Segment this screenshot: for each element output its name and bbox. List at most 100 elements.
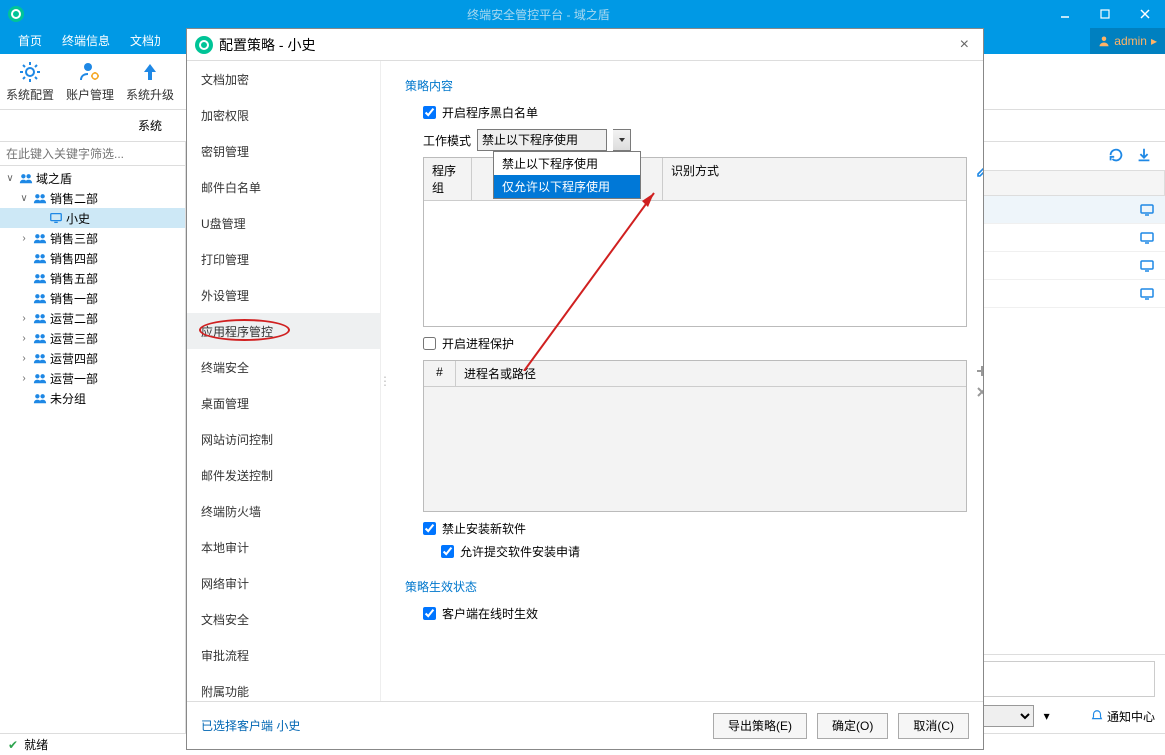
- tree-node[interactable]: 销售四部: [0, 248, 185, 268]
- checkbox[interactable]: [423, 522, 436, 535]
- dialog-side-nav: 文档加密 加密权限 密钥管理 邮件白名单 U盘管理 打印管理 外设管理 应用程序…: [187, 61, 381, 701]
- process-list-grid[interactable]: # 进程名或路径: [423, 360, 967, 512]
- tree-node[interactable]: ›销售三部: [0, 228, 185, 248]
- nav-item[interactable]: 密钥管理: [187, 133, 380, 169]
- tree-filter-input[interactable]: [0, 142, 185, 166]
- nav-item[interactable]: U盘管理: [187, 205, 380, 241]
- toolbar-label: 系统配置: [6, 86, 54, 103]
- client-online-checkbox[interactable]: 客户端在线时生效: [423, 605, 967, 622]
- app-logo-icon: [8, 6, 24, 22]
- dialog-close-button[interactable]: ×: [954, 36, 975, 54]
- tab-doc-encrypt[interactable]: 文档加密: [120, 28, 160, 54]
- tree-node[interactable]: 未分组: [0, 388, 185, 408]
- monitor-icon: [1139, 230, 1155, 246]
- nav-item[interactable]: 文档加密: [187, 61, 380, 97]
- monitor-icon: [48, 210, 64, 226]
- work-mode-dropdown: 禁止以下程序使用 仅允许以下程序使用: [493, 151, 641, 199]
- nav-item[interactable]: 网络审计: [187, 565, 380, 601]
- nav-item[interactable]: 终端安全: [187, 349, 380, 385]
- drag-handle-icon[interactable]: ⋮: [381, 61, 389, 701]
- sub-toolbar-label: 系统: [120, 117, 180, 134]
- checkbox[interactable]: [423, 337, 436, 350]
- nav-item[interactable]: 文档安全: [187, 601, 380, 637]
- section-policy-effect: 策略生效状态: [405, 578, 967, 595]
- col-index: #: [424, 361, 456, 386]
- enable-blackwhite-checkbox[interactable]: 开启程序黑白名单: [423, 104, 967, 121]
- tree-node[interactable]: 销售一部: [0, 288, 185, 308]
- cancel-button[interactable]: 取消(C): [898, 713, 969, 739]
- work-mode-select[interactable]: 禁止以下程序使用: [477, 129, 607, 151]
- add-row-button[interactable]: [974, 363, 983, 382]
- work-mode-label: 工作模式: [423, 132, 471, 149]
- forbid-install-checkbox[interactable]: 禁止安装新软件: [423, 520, 967, 537]
- checkbox[interactable]: [441, 545, 454, 558]
- nav-item[interactable]: 本地审计: [187, 529, 380, 565]
- checkbox[interactable]: [423, 106, 436, 119]
- refresh-button[interactable]: [1107, 146, 1125, 167]
- user-menu[interactable]: admin ▸: [1090, 28, 1165, 54]
- nav-item[interactable]: 加密权限: [187, 97, 380, 133]
- group-icon: [32, 190, 48, 206]
- dropdown-option[interactable]: 仅允许以下程序使用: [494, 175, 640, 198]
- tree-node[interactable]: ›运营三部: [0, 328, 185, 348]
- tree-node[interactable]: ›运营一部: [0, 368, 185, 388]
- tab-terminal-info[interactable]: 终端信息: [52, 28, 120, 54]
- allow-submit-checkbox[interactable]: 允许提交软件安装申请: [441, 543, 967, 560]
- chevron-down-icon: ▾: [1044, 709, 1060, 723]
- dropdown-option[interactable]: 禁止以下程序使用: [494, 152, 640, 175]
- check-icon: ✔: [8, 738, 18, 752]
- group-icon: [32, 310, 48, 326]
- dialog-content: 策略内容 开启程序黑白名单 工作模式 禁止以下程序使用 禁止以下程序使用 仅允许…: [389, 61, 983, 701]
- enable-process-protect-checkbox[interactable]: 开启进程保护: [423, 335, 967, 352]
- ok-button[interactable]: 确定(O): [817, 713, 888, 739]
- tab-home[interactable]: 首页: [8, 28, 52, 54]
- chevron-down-icon: [618, 136, 626, 144]
- col-process-name: 进程名或路径: [456, 361, 966, 386]
- tree-node-selected[interactable]: 小史: [0, 208, 185, 228]
- checkbox-label: 开启进程保护: [442, 335, 514, 352]
- toolbar-account-manage[interactable]: 账户管理: [60, 60, 120, 103]
- caret-icon: ▸: [1151, 34, 1157, 48]
- group-icon: [32, 290, 48, 306]
- group-icon: [32, 350, 48, 366]
- close-button[interactable]: [1125, 0, 1165, 28]
- nav-item[interactable]: 桌面管理: [187, 385, 380, 421]
- remove-row-button[interactable]: [974, 384, 983, 403]
- group-icon: [32, 390, 48, 406]
- dropdown-toggle-button[interactable]: [613, 129, 631, 151]
- maximize-button[interactable]: [1085, 0, 1125, 28]
- minimize-button[interactable]: [1045, 0, 1085, 28]
- tree-node[interactable]: 销售五部: [0, 268, 185, 288]
- tree-label: 销售四部: [50, 250, 98, 267]
- nav-item[interactable]: 邮件发送控制: [187, 457, 380, 493]
- nav-item[interactable]: 附属功能: [187, 673, 380, 701]
- tree-node[interactable]: ›运营二部: [0, 308, 185, 328]
- tree-node[interactable]: ∨销售二部: [0, 188, 185, 208]
- toolbar-system-upgrade[interactable]: 系统升级: [120, 60, 180, 103]
- download-button[interactable]: [1135, 146, 1153, 167]
- tree-label: 运营三部: [50, 330, 98, 347]
- col-program-group: 程序组: [424, 158, 472, 200]
- tree-root[interactable]: ∨ 域之盾: [0, 168, 185, 188]
- edit-button[interactable]: [976, 162, 983, 181]
- checkbox[interactable]: [423, 607, 436, 620]
- tree-label: 销售三部: [50, 230, 98, 247]
- nav-item[interactable]: 终端防火墙: [187, 493, 380, 529]
- group-icon: [32, 370, 48, 386]
- checkbox-label: 开启程序黑白名单: [442, 104, 538, 121]
- nav-item[interactable]: 外设管理: [187, 277, 380, 313]
- tree-node[interactable]: ›运营四部: [0, 348, 185, 368]
- tree-label: 运营四部: [50, 350, 98, 367]
- nav-item[interactable]: 打印管理: [187, 241, 380, 277]
- col-recognition: 识别方式: [663, 158, 966, 200]
- nav-item-selected[interactable]: 应用程序管控: [187, 313, 380, 349]
- nav-item[interactable]: 审批流程: [187, 637, 380, 673]
- monitor-icon: [1139, 258, 1155, 274]
- user-icon: [1098, 35, 1110, 47]
- section-policy-content: 策略内容: [405, 77, 967, 94]
- export-policy-button[interactable]: 导出策略(E): [713, 713, 807, 739]
- nav-item[interactable]: 邮件白名单: [187, 169, 380, 205]
- nav-item[interactable]: 网站访问控制: [187, 421, 380, 457]
- toolbar-system-config[interactable]: 系统配置: [0, 60, 60, 103]
- notify-center-button[interactable]: 通知中心: [1090, 708, 1155, 725]
